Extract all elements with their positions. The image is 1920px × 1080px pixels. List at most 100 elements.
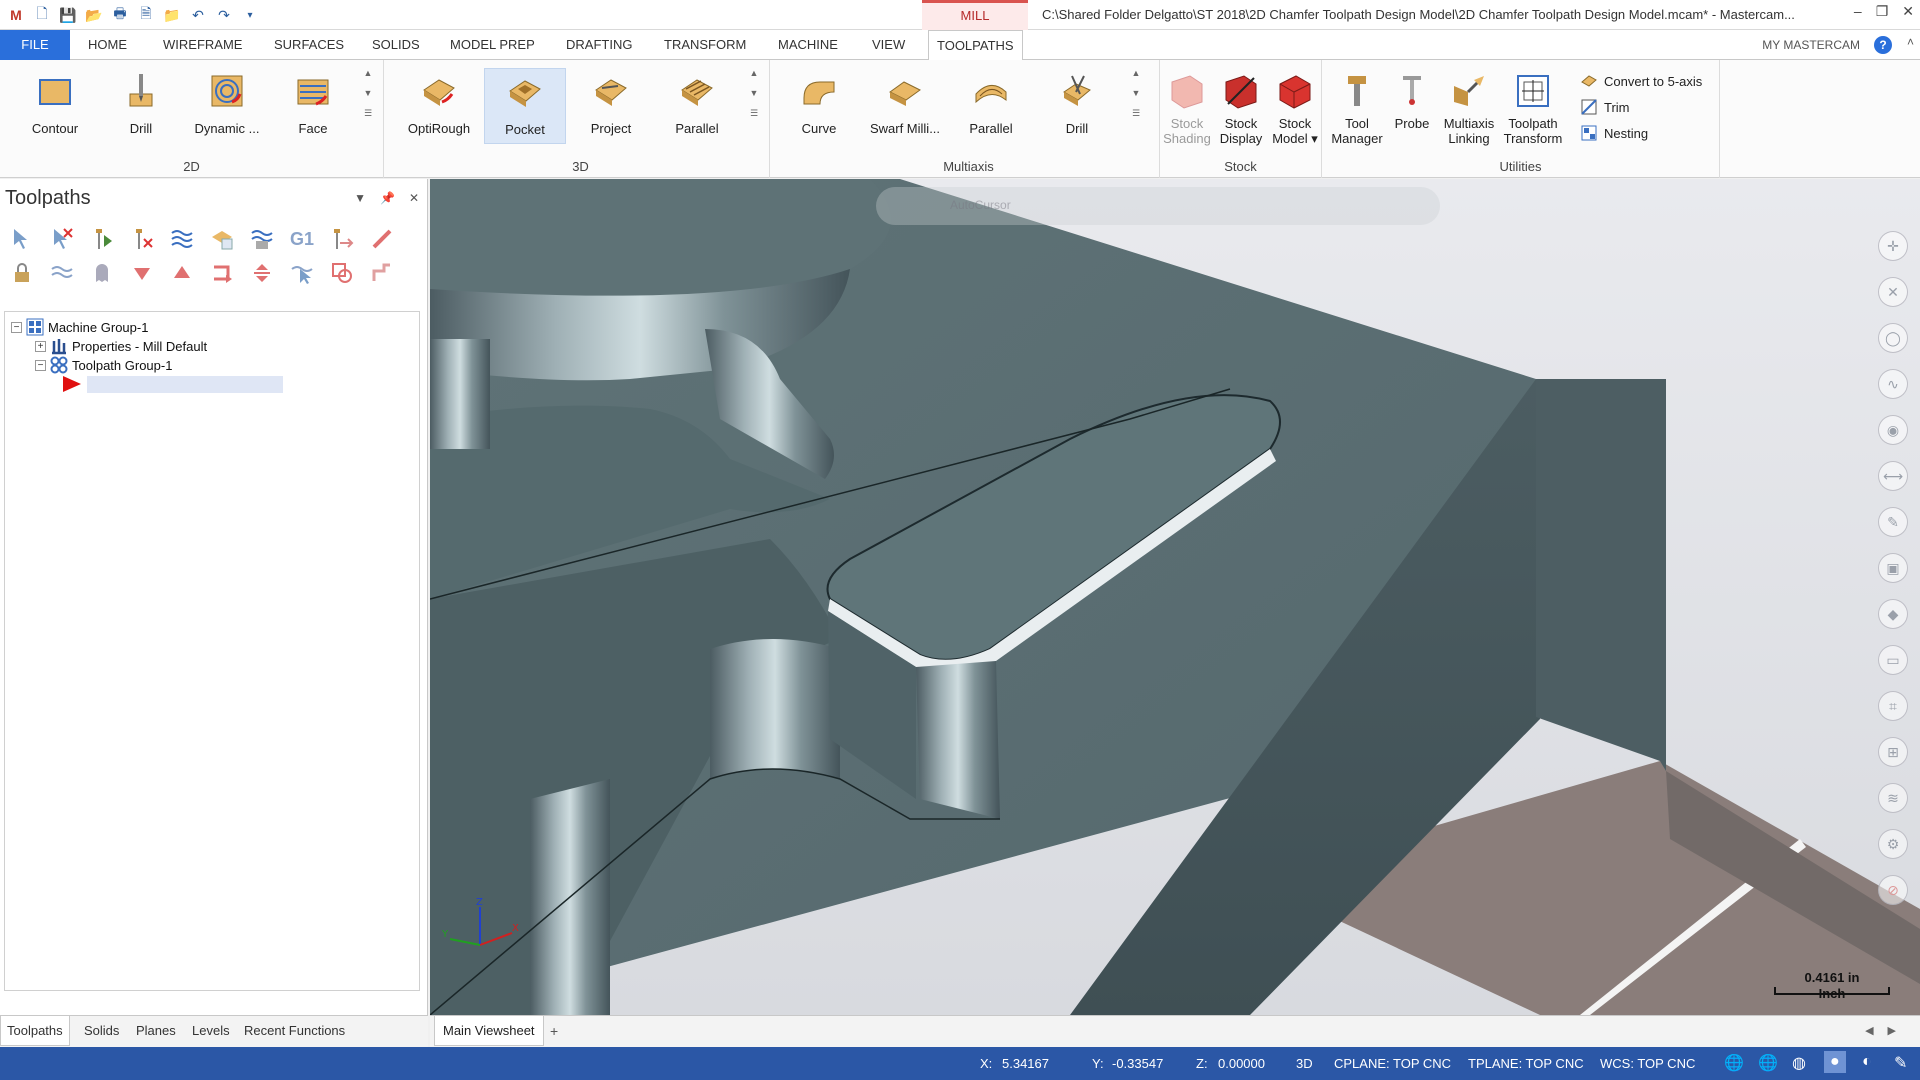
tab-main-viewsheet[interactable]: Main Viewsheet [434, 1016, 544, 1046]
toolpath-transform-panel-icon[interactable] [326, 257, 358, 289]
tree-node-machine-group[interactable]: − Machine Group-1 [11, 318, 148, 336]
verify-icon[interactable] [206, 223, 238, 255]
high-feed-icon[interactable] [326, 223, 358, 255]
tab-toolpaths[interactable]: TOOLPATHS [928, 30, 1023, 61]
face-button[interactable]: Face [272, 68, 354, 144]
trim-button[interactable]: Trim [1580, 96, 1630, 118]
tab-file[interactable]: FILE [0, 30, 70, 60]
parallel-multiaxis-button[interactable]: Parallel [950, 68, 1032, 144]
move-insert-up-icon[interactable] [166, 257, 198, 289]
move-insert-down-icon[interactable] [126, 257, 158, 289]
project-button[interactable]: Project [570, 68, 652, 144]
wcs-selector[interactable]: WCS: TOP CNC [1600, 1056, 1695, 1071]
graphics-display-icon[interactable]: ◍ [1792, 1053, 1806, 1073]
fit-icon[interactable]: ✛ [1878, 231, 1908, 261]
stock-model-panel-icon[interactable] [366, 257, 398, 289]
tab-view[interactable]: VIEW [864, 30, 913, 60]
save-as-icon[interactable]: 🗎 [136, 5, 156, 25]
solid-display-icon[interactable]: ▣ [1878, 553, 1908, 583]
layers-icon[interactable]: ≋ [1878, 783, 1908, 813]
select-toolpath-icon[interactable] [286, 257, 318, 289]
tplane-selector[interactable]: TPLANE: TOP CNC [1468, 1056, 1584, 1071]
cplane-selector[interactable]: CPLANE: TOP CNC [1334, 1056, 1451, 1071]
tab-model-prep[interactable]: MODEL PREP [442, 30, 543, 60]
view-mode-toggle[interactable]: 3D [1296, 1056, 1313, 1071]
drill-multiaxis-button[interactable]: Drill [1036, 68, 1118, 144]
stock-shading-button[interactable]: Stock Shading [1160, 68, 1214, 146]
tab-machine[interactable]: MACHINE [770, 30, 846, 60]
toggle-posting-icon[interactable] [86, 257, 118, 289]
close-button[interactable]: ✕ [1902, 3, 1914, 20]
gview-iso-icon[interactable]: ✕ [1878, 277, 1908, 307]
multiaxis-gallery-scroll[interactable]: ▲ ▼ ☰ [1130, 68, 1142, 138]
my-mastercam-link[interactable]: MY MASTERCAM [1762, 30, 1860, 60]
probe-button[interactable]: Probe [1388, 68, 1436, 144]
toggle-display-icon[interactable] [46, 257, 78, 289]
add-viewsheet-button[interactable]: + [550, 1016, 558, 1046]
clear-icon[interactable]: ⊘ [1878, 875, 1908, 905]
section-view-icon[interactable]: ✎ [1894, 1053, 1907, 1073]
collapse-icon[interactable]: − [11, 321, 22, 333]
toolpath-transform-button[interactable]: Toolpath Transform [1502, 68, 1564, 146]
tool-manager-button[interactable]: Tool Manager [1330, 68, 1384, 146]
tab-solids-manager[interactable]: Solids [78, 1016, 125, 1046]
help-icon[interactable]: ? [1874, 36, 1892, 54]
select-all-operations-icon[interactable] [6, 223, 38, 255]
dynamic-button[interactable]: Dynamic ... [186, 68, 268, 144]
stock-model-button[interactable]: Stock Model ▾ [1268, 68, 1322, 146]
tab-transform[interactable]: TRANSFORM [656, 30, 754, 60]
analyze-icon[interactable]: ✎ [1878, 507, 1908, 537]
shaded-icon[interactable]: ◉ [1878, 415, 1908, 445]
translucency-icon[interactable]: ◐ [1862, 1053, 1872, 1071]
panel-close-icon[interactable]: ✕ [409, 191, 419, 205]
backplot-icon[interactable] [166, 223, 198, 255]
new-file-icon[interactable]: 🗋 [32, 5, 52, 25]
tab-wireframe[interactable]: WIREFRAME [155, 30, 250, 60]
regenerate-selected-icon[interactable] [86, 223, 118, 255]
lock-icon[interactable] [6, 257, 38, 289]
convert-to-5-axis-button[interactable]: Convert to 5-axis [1580, 70, 1702, 92]
pin-icon[interactable]: 📌 [380, 191, 395, 205]
undo-icon[interactable]: ↶ [188, 5, 208, 25]
collapse-icon[interactable]: − [35, 359, 46, 371]
swarf-milling-button[interactable]: Swarf Milli... [864, 68, 946, 144]
redo-icon[interactable]: ↷ [214, 5, 234, 25]
viewsheet-scroll[interactable]: ◀▶ [1865, 1024, 1910, 1037]
nesting-button[interactable]: Nesting [1580, 122, 1648, 144]
tab-levels-manager[interactable]: Levels [186, 1016, 236, 1046]
tab-home[interactable]: HOME [80, 30, 135, 60]
color-icon[interactable]: ◆ [1878, 599, 1908, 629]
sheet-icon[interactable]: ▭ [1878, 645, 1908, 675]
2d-gallery-scroll[interactable]: ▲ ▼ ☰ [362, 68, 374, 138]
graphics-viewport[interactable]: AutoCursor ✛ ✕ ◯ ∿ ◉ ⟷ ✎ ▣ ◆ ▭ ⌗ ⊞ ≋ ⚙ ⊘… [430, 179, 1920, 1015]
grid-icon[interactable]: ⊞ [1878, 737, 1908, 767]
measure-icon[interactable]: ⟷ [1878, 461, 1908, 491]
multiaxis-linking-button[interactable]: Multiaxis Linking [1440, 68, 1498, 146]
tab-recent-functions[interactable]: Recent Functions [238, 1016, 351, 1046]
tree-node-insert-arrow[interactable] [61, 375, 283, 393]
shaded-mode-icon[interactable]: ● [1824, 1051, 1846, 1073]
planes-icon[interactable]: ⌗ [1878, 691, 1908, 721]
tab-surfaces[interactable]: SURFACES [266, 30, 352, 60]
restore-button[interactable]: ❐ [1876, 3, 1889, 20]
minimize-button[interactable]: – [1854, 3, 1862, 20]
customize-qat-icon[interactable]: ▾ [240, 5, 260, 25]
deselect-all-icon[interactable] [46, 223, 78, 255]
new-operation-slot[interactable] [87, 375, 283, 393]
settings-icon[interactable]: ⚙ [1878, 829, 1908, 859]
pocket-3d-button[interactable]: Pocket [484, 68, 566, 144]
tree-node-properties[interactable]: + Properties - Mill Default [35, 337, 207, 355]
gview-top-icon[interactable]: ◯ [1878, 323, 1908, 353]
insert-after-icon[interactable] [206, 257, 238, 289]
regenerate-dirty-icon[interactable] [126, 223, 158, 255]
save-icon[interactable]: 💾 [58, 5, 78, 25]
expand-icon[interactable]: + [35, 340, 46, 352]
post-g1-icon[interactable]: G1 [286, 223, 318, 255]
tree-node-toolpath-group[interactable]: − Toolpath Group-1 [35, 356, 172, 374]
globe-alt-icon[interactable]: 🌐 [1758, 1053, 1778, 1073]
delete-operations-icon[interactable] [366, 223, 398, 255]
3d-gallery-scroll[interactable]: ▲ ▼ ☰ [748, 68, 760, 138]
tab-drafting[interactable]: DRAFTING [558, 30, 640, 60]
parallel-3d-button[interactable]: Parallel [656, 68, 738, 144]
print-icon[interactable]: 🖶 [110, 5, 130, 25]
